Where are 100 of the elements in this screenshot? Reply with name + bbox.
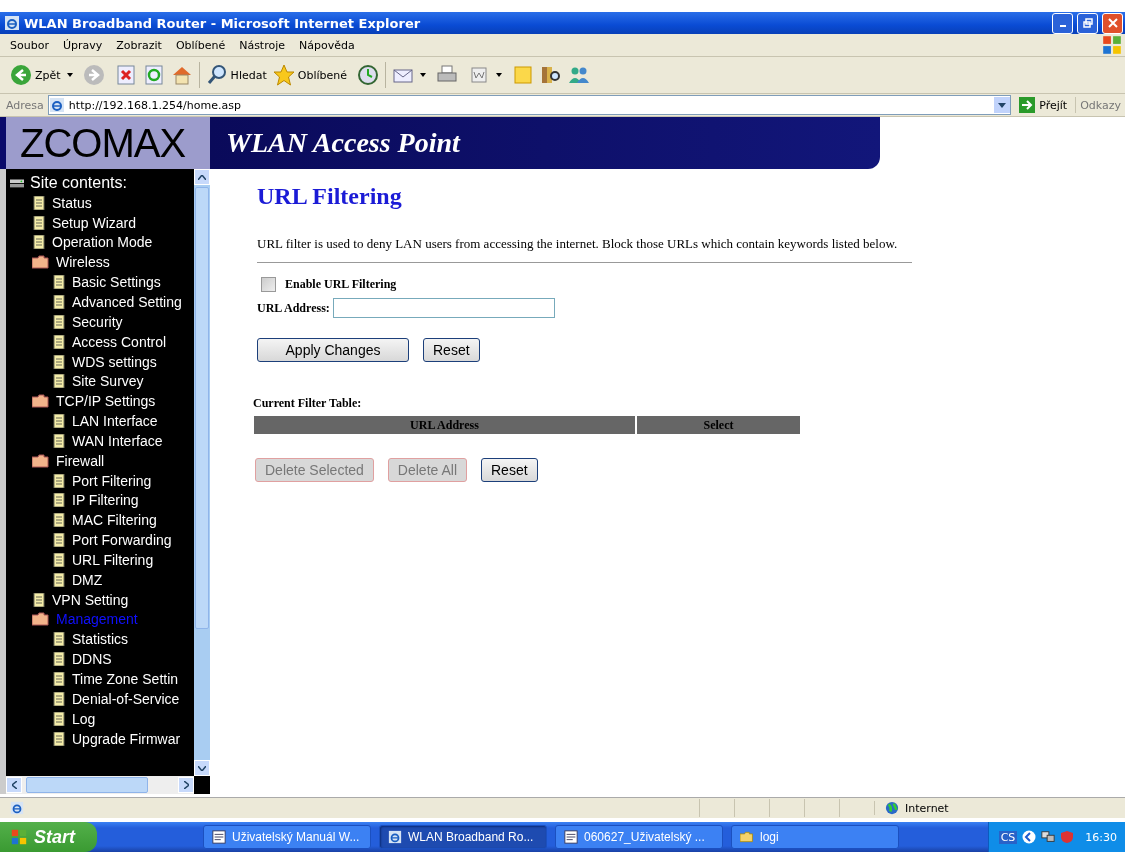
folder-icon	[740, 830, 754, 844]
page-icon	[52, 672, 66, 686]
page-icon	[52, 374, 66, 389]
books-magnifier-icon[interactable]	[540, 64, 562, 86]
page-icon	[52, 691, 66, 706]
tree-item[interactable]: Status	[52, 194, 92, 211]
taskbar-button[interactable]: Uživatelský Manuál W...	[203, 825, 371, 849]
tree-item[interactable]: Security	[72, 313, 123, 330]
tree-item[interactable]: URL Filtering	[72, 551, 154, 568]
folder-icon	[32, 453, 50, 468]
page-description: URL filter is used to deny LAN users from accessing the internet. Block those URLs which contain keywords listed below.	[257, 236, 899, 252]
table-title: Current Filter Table:	[253, 396, 363, 411]
taskbar-button[interactable]: logi	[731, 825, 899, 849]
tree-heading: Site contents:	[30, 173, 127, 192]
page-icon	[52, 731, 66, 746]
minimize-button[interactable]	[1052, 12, 1073, 34]
windows-logo-icon	[1101, 34, 1123, 56]
address-field[interactable]: http://192.168.1.254/home.asp	[47, 95, 1012, 115]
tree-item[interactable]: Port Forwarding	[72, 532, 172, 549]
tree-item[interactable]: Upgrade Firmwar	[72, 730, 181, 747]
folder-icon	[32, 612, 50, 627]
browser-icon	[48, 97, 65, 113]
column-header: Select	[637, 416, 800, 434]
tree-item[interactable]: Log	[72, 710, 96, 727]
form-button[interactable]: Reset	[423, 338, 480, 362]
links-button[interactable]: Odkazy	[1080, 98, 1121, 112]
menu-item[interactable]: Úpravy	[62, 38, 103, 52]
document-icon	[212, 830, 226, 844]
stop-icon[interactable]	[114, 64, 137, 86]
chevron-icon[interactable]	[1022, 830, 1037, 844]
caret-icon[interactable]	[66, 73, 73, 77]
tree-item[interactable]: LAN Interface	[72, 413, 158, 430]
tree-item[interactable]: Setup Wizard	[52, 214, 137, 231]
close-button[interactable]	[1102, 12, 1123, 34]
back-button[interactable]: Zpět	[10, 64, 61, 86]
vertical-scrollbar[interactable]	[194, 169, 210, 776]
horizontal-scrollbar[interactable]	[6, 776, 194, 794]
page-icon	[52, 632, 66, 647]
folder-icon	[32, 394, 50, 409]
document-icon[interactable]	[468, 64, 490, 86]
menu-item[interactable]: Zobrazit	[116, 38, 162, 52]
dropdown-button[interactable]	[994, 97, 1011, 113]
caret-icon[interactable]	[496, 73, 502, 77]
tree-item[interactable]: Port Filtering	[72, 472, 152, 489]
tree-item[interactable]: Advanced Setting	[72, 294, 182, 310]
browser-icon	[10, 801, 24, 815]
globe-icon	[885, 801, 899, 815]
page-icon	[52, 652, 66, 667]
tree-item[interactable]: WDS settings	[72, 353, 157, 370]
clock: 16:30	[1085, 830, 1117, 844]
page-icon	[52, 493, 66, 508]
form-button[interactable]: Apply Changes	[257, 338, 409, 362]
logo: ZCOMAX	[0, 117, 210, 169]
caret-icon[interactable]	[420, 73, 426, 77]
tree-item[interactable]: Wireless	[56, 254, 110, 271]
tree-item[interactable]: TCP/IP Settings	[56, 393, 156, 410]
close-icon	[1107, 18, 1118, 28]
windows-logo-icon	[10, 828, 28, 846]
page-icon	[52, 295, 66, 309]
tree-item[interactable]: DMZ	[72, 571, 103, 588]
history-icon[interactable]	[357, 64, 379, 86]
tree-item[interactable]: IP Filtering	[72, 492, 139, 509]
tree-item[interactable]: DDNS	[72, 651, 112, 668]
page-icon	[52, 473, 66, 488]
go-button[interactable]: Přejít	[1015, 97, 1077, 113]
tree-item[interactable]: Firewall	[56, 452, 105, 469]
page-icon	[52, 314, 66, 329]
page-icon	[32, 195, 46, 210]
language-indicator[interactable]: CS	[998, 830, 1018, 844]
page-icon	[52, 433, 66, 448]
tree-item[interactable]: VPN Setting	[52, 591, 129, 608]
menu-item[interactable]: Oblíbené	[175, 38, 226, 52]
window-title: WLAN Broadband Router - Microsoft Internet Explorer	[24, 15, 421, 31]
browser-icon	[4, 15, 20, 31]
taskbar-button[interactable]: WLAN Broadband Ro...	[379, 825, 547, 849]
tree-item[interactable]: Time Zone Settin	[72, 671, 179, 687]
search-button[interactable]: Hledat	[205, 64, 267, 86]
restore-icon	[1082, 18, 1093, 28]
tree-item[interactable]: Statistics	[72, 631, 128, 648]
url-address-field[interactable]	[332, 298, 555, 318]
refresh-icon[interactable]	[142, 64, 165, 86]
tree-item[interactable]: WAN Interface	[72, 432, 163, 449]
favorites-button[interactable]: Oblíbené	[272, 64, 347, 86]
tree-item[interactable]: Site Survey	[72, 373, 144, 390]
menu-item[interactable]: Nápověda	[299, 38, 355, 52]
tree-item[interactable]: MAC Filtering	[72, 512, 157, 529]
enable-checkbox[interactable]	[261, 277, 276, 292]
network-icon[interactable]	[1041, 830, 1056, 844]
table-button[interactable]: Reset	[481, 458, 538, 482]
menu-item[interactable]: Soubor	[10, 38, 49, 52]
menu-item[interactable]: Nástroje	[239, 38, 285, 52]
tree-item[interactable]: Access Control	[72, 333, 167, 350]
restore-button[interactable]	[1077, 12, 1098, 34]
taskbar-button[interactable]: 060627_Uživatelský ...	[555, 825, 723, 849]
tree-item[interactable]: Basic Settings	[72, 274, 161, 291]
tree-item[interactable]: Operation Mode	[52, 234, 153, 251]
address-label: Adresa	[6, 98, 44, 112]
banner-title: WLAN Access Point	[210, 117, 880, 169]
page-icon	[52, 334, 66, 349]
tree-item[interactable]: Denial-of-Service	[72, 690, 180, 707]
